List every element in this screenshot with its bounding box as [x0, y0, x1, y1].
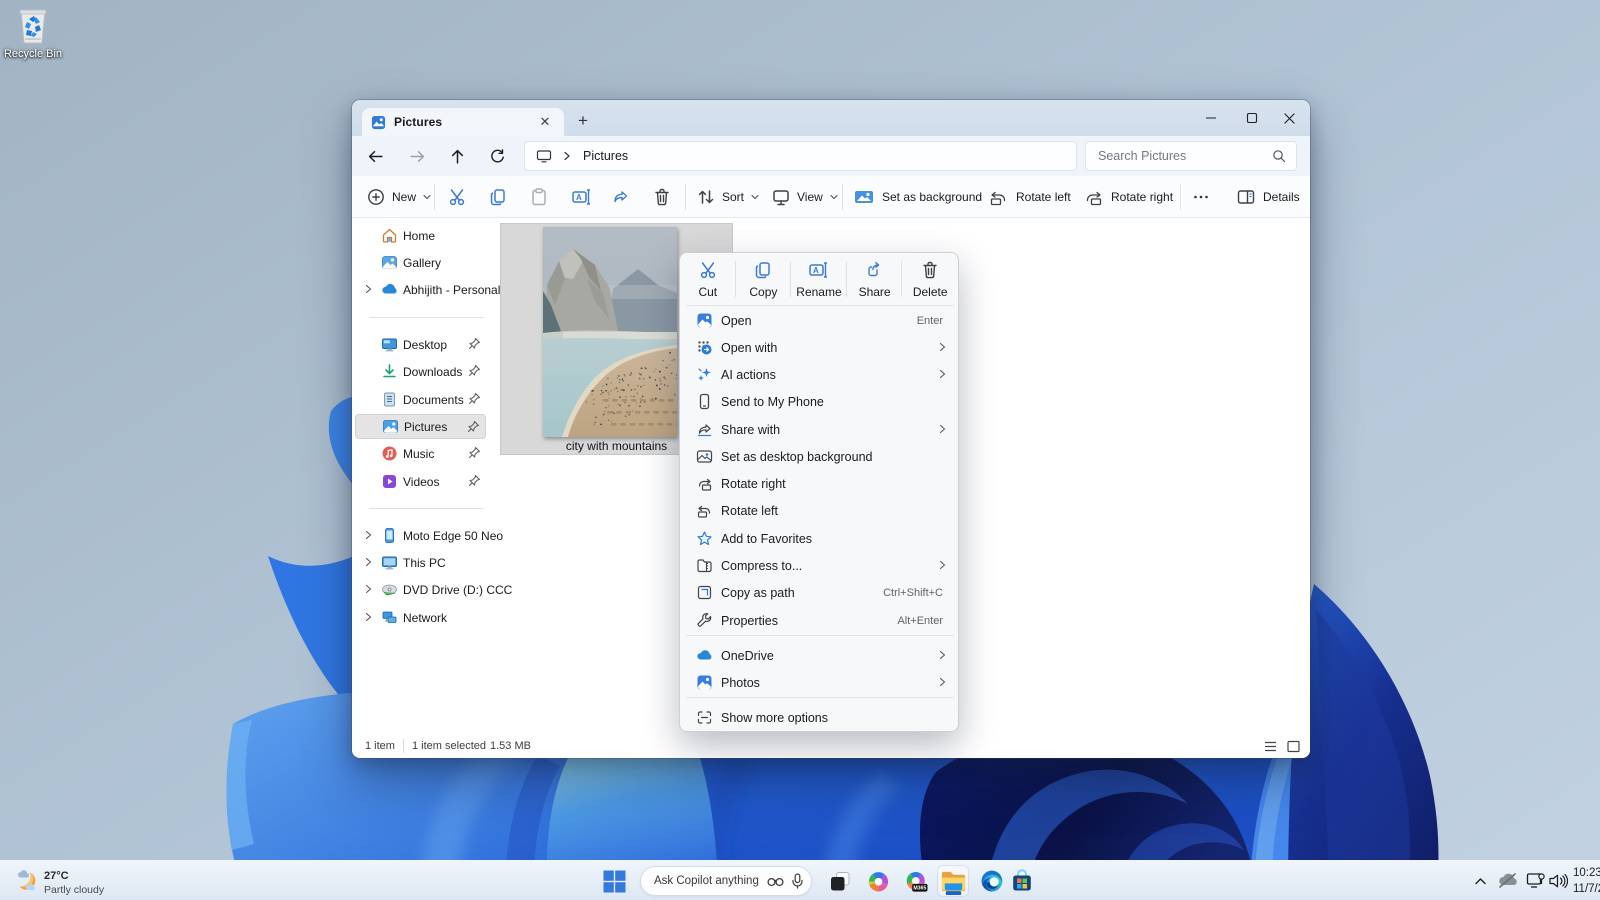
svg-text:A: A — [813, 266, 819, 275]
svg-text:M365: M365 — [913, 885, 926, 891]
svg-text:A: A — [576, 193, 582, 202]
